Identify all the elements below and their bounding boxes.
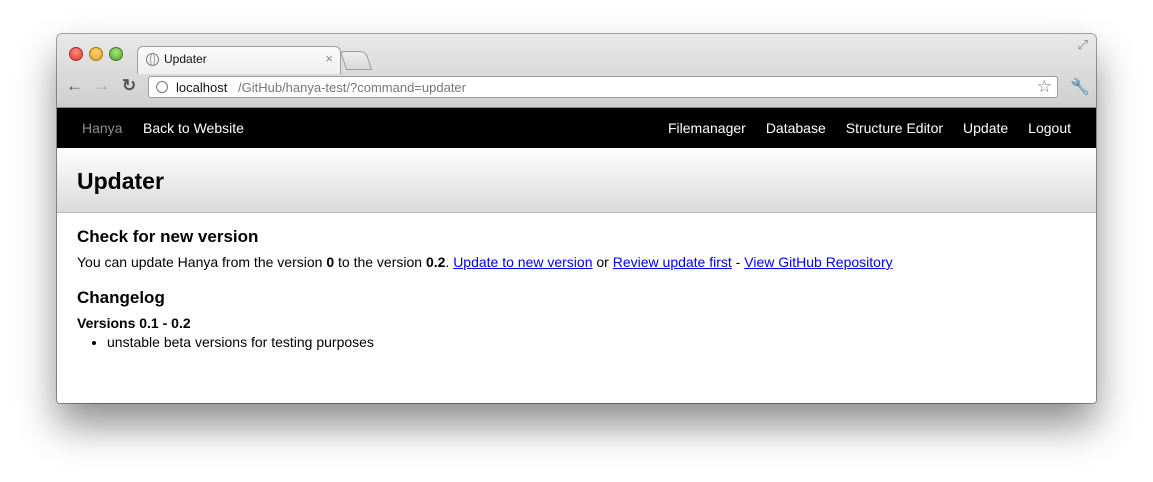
minimize-window-button[interactable]	[89, 47, 103, 61]
back-arrow-icon[interactable]: ←	[66, 77, 83, 95]
url-host: localhost	[176, 80, 228, 95]
nav-item-update[interactable]: Update	[963, 120, 1008, 136]
forward-arrow-icon[interactable]: →	[93, 77, 110, 95]
fullscreen-icon[interactable]: ⤢	[1078, 37, 1088, 53]
globe-icon	[146, 53, 159, 66]
browser-chrome: Updater × ⤢ ← → ↻ localhost /GitHub/hany…	[57, 34, 1096, 108]
page-title: Updater	[77, 168, 164, 194]
changelog-heading: Changelog	[77, 288, 165, 307]
review-update-link[interactable]: Review update first	[613, 254, 732, 270]
browser-tab[interactable]: Updater ×	[137, 46, 341, 74]
close-tab-icon[interactable]: ×	[325, 51, 333, 66]
update-info-text: You can update Hanya from the version 0 …	[77, 254, 1077, 270]
wrench-icon[interactable]: 🔧	[1070, 77, 1090, 97]
current-version: 0	[326, 254, 335, 270]
brand-link[interactable]: Hanya	[82, 120, 122, 136]
page-viewport: Hanya Back to Website Filemanager Databas…	[57, 108, 1096, 403]
nav-item-logout[interactable]: Logout	[1028, 120, 1071, 136]
browser-window: Updater × ⤢ ← → ↻ localhost /GitHub/hany…	[57, 34, 1096, 403]
url-path: /GitHub/hanya-test/?command=updater	[238, 80, 466, 95]
update-text-part: You can update Hanya from the version	[77, 254, 327, 270]
new-version: 0.2	[425, 254, 446, 270]
main-content: Check for new version You can update Han…	[77, 227, 1077, 350]
bookmark-star-icon[interactable]: ☆	[1037, 77, 1052, 97]
nav-item-structure-editor[interactable]: Structure Editor	[846, 120, 943, 136]
update-text-part: to the version	[334, 254, 426, 270]
check-version-heading: Check for new version	[77, 227, 259, 246]
page-info-icon[interactable]	[156, 81, 168, 93]
versions-label: Versions 0.1 - 0.2	[77, 315, 191, 331]
nav-item-filemanager[interactable]: Filemanager	[668, 120, 746, 136]
tab-title: Updater	[164, 52, 207, 66]
page-header: Updater	[57, 148, 1096, 213]
nav-menu: Filemanager Database Structure Editor Updat…	[648, 120, 1071, 136]
maximize-window-button[interactable]	[109, 47, 123, 61]
update-to-new-version-link[interactable]: Update to new version	[453, 254, 592, 270]
back-to-website-link[interactable]: Back to Website	[143, 120, 244, 136]
update-text-part: -	[731, 254, 745, 270]
address-bar[interactable]: localhost /GitHub/hanya-test/?command=up…	[148, 76, 1058, 98]
update-text-part: or	[592, 254, 613, 270]
view-github-link[interactable]: View GitHub Repository	[744, 254, 892, 270]
changelog-list: unstable beta versions for testing purpo…	[77, 334, 1077, 350]
nav-item-database[interactable]: Database	[766, 120, 826, 136]
close-window-button[interactable]	[69, 47, 83, 61]
list-item: unstable beta versions for testing purpo…	[107, 334, 1077, 350]
top-navbar: Hanya Back to Website Filemanager Databas…	[57, 108, 1096, 148]
reload-icon[interactable]: ↻	[122, 77, 136, 95]
new-tab-button[interactable]	[339, 51, 373, 70]
